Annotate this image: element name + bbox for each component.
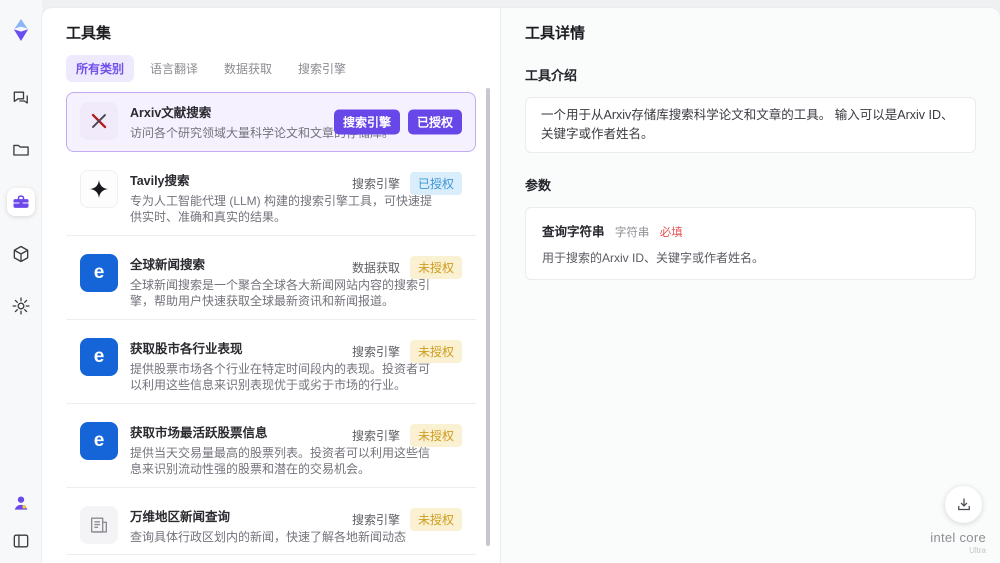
app-sidebar xyxy=(0,0,42,563)
stock-app-icon: e xyxy=(80,421,118,460)
tool-category-badge: 搜索引擎 xyxy=(351,512,400,527)
tool-list-item[interactable]: e 获取市场最活跃股票信息 提供当天交易量最高的股票列表。投资者可以利用这些信息… xyxy=(66,411,476,488)
tool-status-badge: 已授权 xyxy=(409,171,462,195)
tool-list-item[interactable]: e 全球新闻搜索 全球新闻搜索是一个聚合全球各大新闻网站内容的搜索引擎，帮助用户… xyxy=(66,243,476,320)
param-required-badge: 必填 xyxy=(659,226,683,239)
tool-description: 查询具体行政区划内的新闻，快速了解各地新闻动态 xyxy=(130,529,407,544)
tool-list-item[interactable]: 万维地区新闻查询 查询具体行政区划内的新闻，快速了解各地新闻动态 搜索引擎 未授… xyxy=(66,495,476,556)
param-card: 查询字符串 字符串 必填 用于搜索的Arxiv ID、关键字或作者姓名。 xyxy=(525,206,976,280)
tool-meta: 搜索引擎 未授权 xyxy=(351,339,462,363)
tool-list: Arxiv文献搜索 访问各个研究领域大量科学论文和文章的存储库。 搜索引擎 已授… xyxy=(66,92,476,563)
param-name: 查询字符串 xyxy=(542,224,605,239)
download-button[interactable] xyxy=(945,486,982,523)
tool-list-item[interactable]: Arxiv文献搜索 访问各个研究领域大量科学论文和文章的存储库。 搜索引擎 已授… xyxy=(66,92,476,152)
category-tab[interactable]: 搜索引擎 xyxy=(288,55,356,82)
category-tab[interactable]: 所有类别 xyxy=(66,55,135,82)
intel-core-logo: intel core Ultra xyxy=(930,529,986,555)
tool-category-badge: 搜索引擎 xyxy=(333,109,400,135)
tool-description: 专为人工智能代理 (LLM) 构建的搜索引擎工具，可快速提供实时、准确和真实的结… xyxy=(130,193,433,225)
intel-brand-sub: Ultra xyxy=(969,545,986,555)
folder-nav-icon[interactable] xyxy=(7,136,35,164)
param-description: 用于搜索的Arxiv ID、关键字或作者姓名。 xyxy=(542,250,765,265)
detail-title: 工具详情 xyxy=(525,25,586,42)
tool-category-badge: 搜索引擎 xyxy=(351,176,400,191)
tavily-star-icon xyxy=(80,169,118,208)
param-type: 字符串 xyxy=(614,226,650,239)
tool-meta: 搜索引擎 未授权 xyxy=(351,507,462,531)
intro-card: 一个用于从Arxiv存储库搜索科学论文和文章的工具。 输入可以是Arxiv ID… xyxy=(525,97,976,153)
tool-meta: 搜索引擎 未授权 xyxy=(351,423,462,447)
tool-status-badge: 未授权 xyxy=(409,507,462,531)
page-title: 工具集 xyxy=(66,25,112,42)
tool-status-badge: 未授权 xyxy=(409,339,462,363)
tool-description: 提供股票市场各个行业在特定时间段内的表现。投资者可以利用这些信息来识别表现优于或… xyxy=(130,361,431,393)
settings-gear-icon[interactable] xyxy=(7,292,35,320)
tool-status-badge: 已授权 xyxy=(407,109,462,135)
tool-description: 提供当天交易量最高的股票列表。投资者可以利用这些信息来识别流动性强的股票和潜在的… xyxy=(130,445,431,477)
category-tab[interactable]: 数据获取 xyxy=(214,55,282,82)
category-tab[interactable]: 语言翻译 xyxy=(140,55,208,82)
newspaper-icon xyxy=(80,505,118,544)
tool-meta: 搜索引擎 已授权 xyxy=(351,171,462,195)
arxiv-logo-icon xyxy=(80,102,118,140)
toolbox-nav-icon[interactable] xyxy=(7,188,35,216)
cube-nav-icon[interactable] xyxy=(7,240,35,268)
tool-category-badge: 搜索引擎 xyxy=(351,344,400,359)
tool-status-badge: 未授权 xyxy=(409,423,462,447)
tool-category-badge: 数据获取 xyxy=(351,260,400,275)
tool-category-badge: 搜索引擎 xyxy=(351,428,400,443)
params-heading: 参数 xyxy=(525,177,552,193)
tool-status-badge: 未授权 xyxy=(409,255,462,279)
tool-list-panel: 工具集 所有类别 语言翻译 数据获取 搜索引擎 Arxiv文献搜索 访问各个研究领域大… xyxy=(42,8,500,563)
tool-detail-panel: 工具详情 工具介绍 一个用于从Arxiv存储库搜索科学论文和文章的工具。 输入可… xyxy=(500,8,1000,563)
sidebar-bottom xyxy=(7,489,35,555)
intel-brand-text: intel core xyxy=(930,529,986,545)
download-icon xyxy=(957,497,970,510)
user-avatar-icon[interactable] xyxy=(7,489,35,517)
stock-app-icon: e xyxy=(80,337,118,376)
tool-list-item[interactable]: Tavily搜索 专为人工智能代理 (LLM) 构建的搜索引擎工具，可快速提供实… xyxy=(66,159,476,236)
app-logo-icon[interactable] xyxy=(9,18,33,42)
list-scrollbar[interactable] xyxy=(486,88,490,546)
tool-meta: 搜索引擎 已授权 xyxy=(333,109,462,135)
tool-description: 全球新闻搜索是一个聚合全球各大新闻网站内容的搜索引擎，帮助用户快速获取全球最新资… xyxy=(130,277,431,309)
main-content: 工具集 所有类别 语言翻译 数据获取 搜索引擎 Arxiv文献搜索 访问各个研究领域大… xyxy=(42,8,1000,563)
news-app-icon: e xyxy=(80,253,118,292)
chat-nav-icon[interactable] xyxy=(7,84,35,112)
sidebar-nav xyxy=(7,84,35,320)
category-tabs: 所有类别 语言翻译 数据获取 搜索引擎 xyxy=(66,55,476,82)
intro-heading: 工具介绍 xyxy=(525,68,578,83)
tool-list-item[interactable]: e 获取股市各行业表现 提供股票市场各个行业在特定时间段内的表现。投资者可以利用… xyxy=(66,327,476,404)
param-header: 查询字符串 字符串 必填 xyxy=(542,221,959,240)
collapse-panel-icon[interactable] xyxy=(7,527,35,555)
tool-meta: 数据获取 未授权 xyxy=(351,255,462,279)
